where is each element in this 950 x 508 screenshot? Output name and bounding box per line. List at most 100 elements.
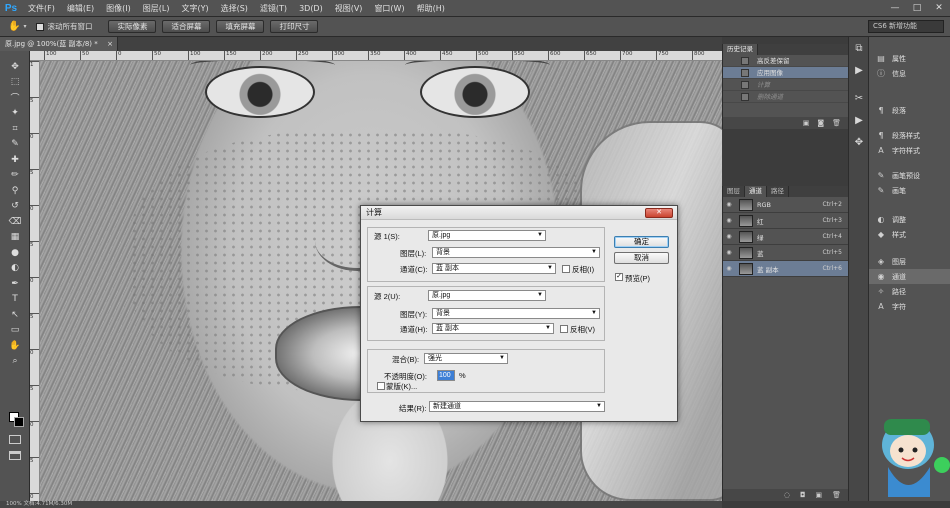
panel-button-paragraph-style[interactable]: ¶ 段落样式 [869, 128, 950, 143]
marquee-icon[interactable]: ⬚ [0, 75, 30, 91]
panel-button-properties[interactable]: ▤ 属性 [869, 51, 950, 66]
fit-screen-button[interactable]: 适合屏幕 [162, 20, 211, 33]
gradient-icon[interactable]: ▦ [0, 230, 30, 246]
menu-item[interactable]: 窗口(W) [368, 0, 410, 17]
screen-mode-icon[interactable] [9, 451, 21, 460]
panel-button-info[interactable]: ⓘ 信息 [869, 66, 950, 81]
tab-layers[interactable]: 图层 [723, 186, 745, 197]
dialog-title-bar[interactable]: 计算 ✕ [361, 206, 677, 220]
menu-item[interactable]: 文件(F) [22, 0, 61, 17]
menu-item[interactable]: 帮助(H) [411, 0, 451, 17]
panel-button-character[interactable]: A 字符 [869, 299, 950, 314]
zoom-icon[interactable]: ⌕ [0, 354, 30, 370]
history-tab[interactable]: 历史记录 [723, 44, 758, 55]
background-color-swatch[interactable] [14, 417, 24, 427]
shape-icon[interactable]: ▭ [0, 323, 30, 339]
blend-mode-select[interactable]: 强光 ▼ [424, 353, 508, 364]
close-tab-icon[interactable]: × [107, 37, 113, 51]
actions-panel-icon[interactable]: ▶ [849, 59, 869, 81]
document-tab[interactable]: 原.jpg @ 100%(蓝 副本/8) * × [0, 37, 118, 51]
type-icon[interactable]: T [0, 292, 30, 308]
menu-item[interactable]: 图层(L) [137, 0, 176, 17]
history-panel-icon[interactable]: ⧉ [849, 37, 869, 59]
opacity-input[interactable]: 100 [437, 370, 455, 381]
maximize-button[interactable]: □ [906, 0, 928, 17]
stamp-icon[interactable]: ⚲ [0, 183, 30, 199]
minimize-button[interactable]: — [884, 0, 906, 17]
menu-item[interactable]: 图像(I) [100, 0, 137, 17]
channel-row[interactable]: ◉ 蓝 副本 Ctrl+6 [723, 261, 848, 277]
brush-icon[interactable]: ✏ [0, 168, 30, 184]
history-item[interactable]: 计算 [723, 79, 848, 91]
visibility-eye-icon[interactable]: ◉ [723, 201, 735, 208]
fill-screen-button[interactable]: 填充屏幕 [216, 20, 265, 33]
layer1-select[interactable]: 背景 ▼ [432, 247, 600, 258]
channel-row[interactable]: ◉ 绿 Ctrl+4 [723, 229, 848, 245]
channel-row[interactable]: ◉ 蓝 Ctrl+5 [723, 245, 848, 261]
channel-row[interactable]: ◉ RGB Ctrl+2 [723, 197, 848, 213]
source1-select[interactable]: 原.jpg ▼ [428, 230, 546, 241]
menu-item[interactable]: 3D(D) [293, 0, 329, 17]
hand-tool-icon[interactable]: ✋ [8, 21, 20, 32]
lasso-icon[interactable]: ⌒ [0, 90, 30, 106]
dialog-close-button[interactable]: ✕ [645, 208, 673, 218]
vertical-ruler[interactable]: 1 5 0 5 0 5 0 5 0 5 0 5 0 [30, 61, 40, 501]
preview-checkbox[interactable]: ✓ [615, 273, 623, 281]
hand-icon[interactable]: ✋ [0, 338, 30, 354]
menu-item[interactable]: 视图(V) [329, 0, 369, 17]
tab-paths[interactable]: 路径 [767, 186, 789, 197]
mask-checkbox[interactable] [377, 382, 385, 390]
invert2-checkbox[interactable] [560, 325, 568, 333]
tool-preset-dropdown-icon[interactable]: ▾ [23, 23, 26, 30]
horizontal-ruler[interactable]: 1501005005010015020025030035040045050055… [30, 51, 722, 61]
menu-item[interactable]: 编辑(E) [61, 0, 100, 17]
panel-button-styles[interactable]: ◆ 样式 [869, 227, 950, 242]
snapshot-icon[interactable]: ◙ [817, 119, 824, 127]
scroll-all-windows-checkbox[interactable] [36, 22, 45, 31]
panel-button-char-style[interactable]: A 字符样式 [869, 143, 950, 158]
eraser-icon[interactable]: ⌫ [0, 214, 30, 230]
delete-channel-icon[interactable]: 🗑 [832, 491, 841, 499]
menu-item[interactable]: 滤镜(T) [254, 0, 293, 17]
pen-icon[interactable]: ✒ [0, 276, 30, 292]
actual-pixels-button[interactable]: 实际像素 [108, 20, 157, 33]
eyedropper-icon[interactable]: ✎ [0, 137, 30, 153]
layer2-select[interactable]: 背景 ▼ [432, 308, 600, 319]
blur-icon[interactable]: ● [0, 245, 30, 261]
cancel-button[interactable]: 取消 [614, 252, 669, 264]
panel-button-brush-panel[interactable]: ✎ 画笔 [869, 183, 950, 198]
panel-button-paragraph[interactable]: ¶ 段落 [869, 103, 950, 118]
channel-row[interactable]: ◉ 红 Ctrl+3 [723, 213, 848, 229]
panel-button-layers[interactable]: ◈ 图层 [869, 254, 950, 269]
dodge-icon[interactable]: ◐ [0, 261, 30, 277]
toolbar-grip[interactable] [0, 51, 29, 59]
ok-button[interactable]: 确定 [614, 236, 669, 248]
tools-options-icon[interactable]: ✂ [849, 87, 869, 109]
tab-channels[interactable]: 通道 [745, 186, 767, 197]
navigator-icon[interactable]: ✥ [849, 131, 869, 153]
move-icon[interactable]: ✥ [0, 59, 30, 75]
menu-item[interactable]: 选择(S) [215, 0, 254, 17]
invert1-checkbox[interactable] [562, 265, 570, 273]
result-select[interactable]: 新建通道 ▼ [429, 401, 605, 412]
crop-icon[interactable]: ⌗ [0, 121, 30, 137]
new-document-from-state-icon[interactable]: ▣ [803, 119, 810, 127]
close-window-button[interactable]: ✕ [928, 0, 950, 17]
panel-button-paths[interactable]: ✧ 路径 [869, 284, 950, 299]
history-item[interactable]: 删除通道 [723, 91, 848, 103]
source2-select[interactable]: 原.jpg ▼ [428, 290, 546, 301]
play-icon[interactable]: ▶ [849, 109, 869, 131]
visibility-eye-icon[interactable]: ◉ [723, 233, 735, 240]
visibility-eye-icon[interactable]: ◉ [723, 249, 735, 256]
visibility-eye-icon[interactable]: ◉ [723, 265, 735, 272]
load-selection-icon[interactable]: ◌ [784, 491, 790, 499]
channel1-select[interactable]: 蓝 副本 ▼ [432, 263, 556, 274]
new-channel-icon[interactable]: ▣ [815, 491, 822, 499]
quick-mask-icon[interactable] [9, 435, 21, 444]
menu-item[interactable]: 文字(Y) [175, 0, 214, 17]
history-item[interactable]: 应用图像 [723, 67, 848, 79]
visibility-eye-icon[interactable]: ◉ [723, 217, 735, 224]
panel-button-adjustments[interactable]: ◐ 调整 [869, 212, 950, 227]
panel-button-channels[interactable]: ◉ 通道 [869, 269, 950, 284]
history-brush-icon[interactable]: ↺ [0, 199, 30, 215]
